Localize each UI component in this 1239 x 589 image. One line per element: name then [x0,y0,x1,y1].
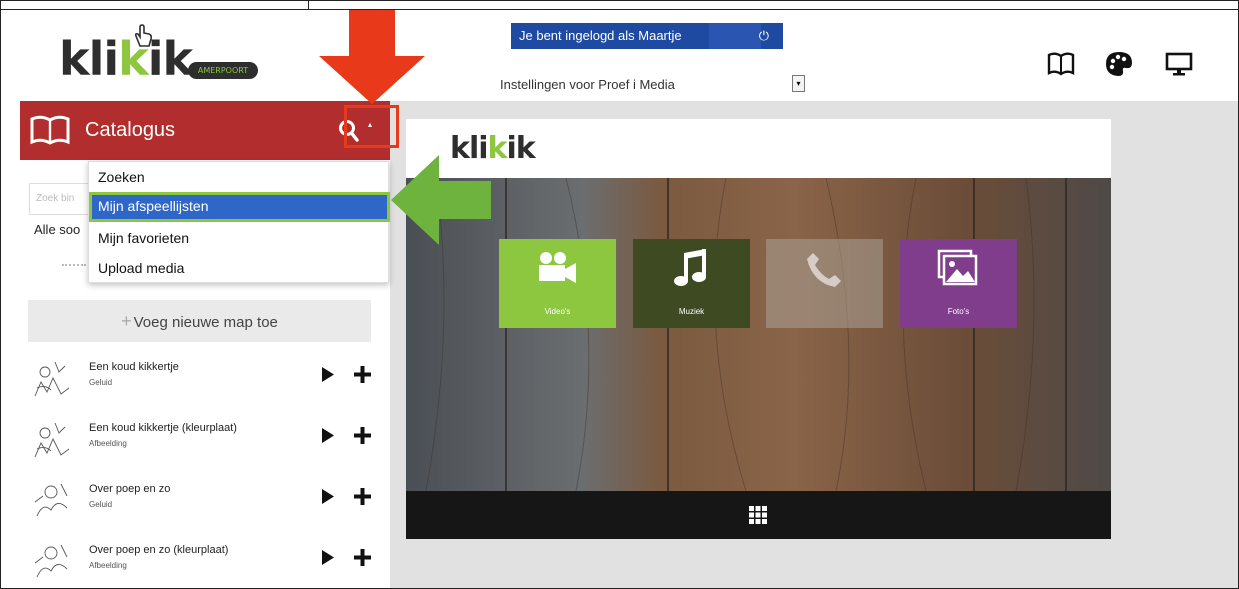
play-icon[interactable] [321,488,335,505]
catalog-title: Catalogus [85,119,176,141]
preview-logo-text-3: ik [506,131,535,166]
media-type: Geluid [89,378,113,387]
phone-icon [807,253,841,287]
tile-photos[interactable]: Foto's [900,239,1017,328]
photos-icon [937,249,978,286]
frog-thumbnail-icon [34,361,70,397]
wood-background [406,178,1111,491]
loading-dots [62,264,86,266]
preview-header: klikik [406,119,1111,178]
media-title: Over poep en zo (kleurplaat) [89,544,229,556]
add-folder-button[interactable]: + Voeg nieuwe map toe [28,300,371,342]
music-note-icon [674,249,706,286]
media-title: Een koud kikkertje (kleurplaat) [89,422,237,434]
add-icon[interactable] [354,427,371,444]
tile-label: Foto's [947,307,970,316]
logo-text-1: kli [59,32,119,86]
add-icon[interactable] [354,549,371,566]
play-icon[interactable] [321,549,335,566]
preview-footer [406,491,1111,539]
login-status-bar: Je bent ingelogd als Maartje ⏻ [511,23,783,49]
app-header: klikik AMERPOORT Je bent ingelogd als Ma… [2,10,1238,101]
login-text: Je bent ingelogd als Maartje [519,28,682,43]
klikik-logo[interactable]: klikik [59,32,193,86]
add-folder-label: Voeg nieuwe map toe [133,314,278,331]
settings-select[interactable]: ▾ [792,75,805,92]
green-left-arrow-annotation [391,155,491,245]
screenshot-frame: klikik AMERPOORT Je bent ingelogd als Ma… [0,0,1239,589]
grid-menu-icon[interactable] [748,505,768,525]
logo-text-3: ik [147,32,193,86]
media-item[interactable]: Een koud kikkertje Geluid [28,353,383,409]
plus-icon: + [121,311,132,331]
catalog-dropdown-menu: Zoeken Mijn afspeellijsten Mijn favoriet… [88,161,390,283]
media-item[interactable]: Een koud kikkertje (kleurplaat) Afbeeldi… [28,414,383,470]
palette-icon[interactable] [1105,51,1133,77]
poop-thumbnail-icon [34,483,68,517]
power-icon[interactable]: ⏻ [759,23,769,49]
add-icon[interactable] [354,488,371,505]
menu-item-upload[interactable]: Upload media [89,253,390,283]
menu-item-favorites[interactable]: Mijn favorieten [89,223,390,253]
book-icon[interactable] [1047,51,1075,77]
settings-label: Instellingen voor Proef i Media [500,77,675,92]
media-item[interactable]: Over poep en zo Geluid [28,475,383,531]
search-placeholder: Zoek bin [36,193,75,204]
tile-phone[interactable] [766,239,883,328]
tile-music[interactable]: Muziek [633,239,750,328]
tile-label: Muziek [678,307,705,316]
red-highlight-box [344,105,399,148]
monitor-icon[interactable] [1165,51,1193,77]
logo-badge: AMERPOORT [188,62,258,79]
media-type: Afbeelding [89,561,127,570]
pointing-hand-icon [134,24,153,47]
media-title: Een koud kikkertje [89,361,179,373]
tile-label: Video's [544,307,571,316]
video-camera-icon [539,252,576,283]
play-icon[interactable] [321,366,335,383]
menu-item-search[interactable]: Zoeken [89,162,390,192]
catalog-book-icon [30,115,70,145]
add-icon[interactable] [354,366,371,383]
media-item[interactable]: Over poep en zo (kleurplaat) Afbeelding [28,536,383,588]
poop-coloring-thumbnail-icon [34,544,68,578]
media-type: Afbeelding [89,439,127,448]
preview-panel: klikik Video's Muziek Foto's [406,119,1111,539]
login-bar-separator [709,23,761,49]
media-title: Over poep en zo [89,483,171,495]
media-type: Geluid [89,500,113,509]
play-icon[interactable] [321,427,335,444]
filter-label[interactable]: Alle soo [34,222,94,237]
tile-videos[interactable]: Video's [499,239,616,328]
frog-coloring-thumbnail-icon [34,422,70,458]
frame-divider [308,1,309,9]
menu-item-playlists[interactable]: Mijn afspeellijsten [89,192,390,222]
catalog-header: Catalogus ▴ [20,101,390,160]
catalog-search-input[interactable]: Zoek bin [29,183,89,215]
red-down-arrow-annotation [319,10,425,104]
